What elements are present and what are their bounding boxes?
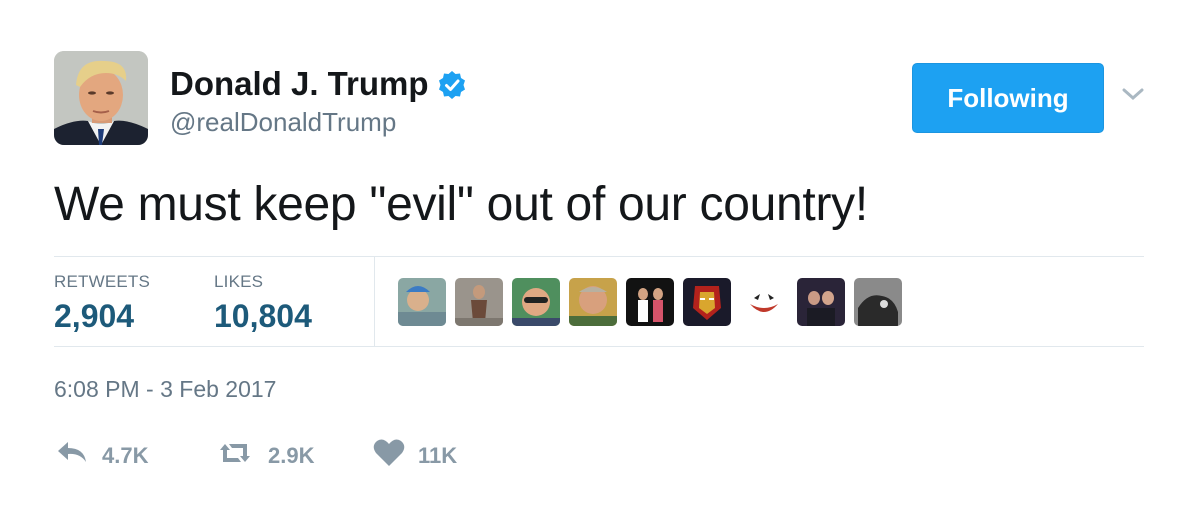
avatar-portrait	[54, 51, 148, 145]
like-button[interactable]: 11K	[372, 438, 457, 473]
reply-icon	[54, 438, 90, 473]
likes-stat[interactable]: LIKES 10,804	[214, 272, 312, 336]
author-handle[interactable]: @realDonaldTrump	[170, 106, 396, 138]
liker-avatar[interactable]	[398, 278, 446, 326]
divider-bottom	[54, 346, 1144, 347]
chevron-down-icon[interactable]	[1121, 86, 1145, 102]
joker-smile-avatar[interactable]	[740, 278, 788, 326]
likes-label: LIKES	[214, 272, 264, 291]
following-button[interactable]: Following	[912, 63, 1104, 133]
tweet-timestamp[interactable]: 6:08 PM - 3 Feb 2017	[54, 374, 276, 404]
retweets-value: 2,904	[54, 298, 135, 334]
tweet-text: We must keep "evil" out of our country!	[54, 178, 868, 231]
liker-avatar[interactable]	[455, 278, 503, 326]
retweets-stat[interactable]: RETWEETS 2,904	[54, 272, 150, 336]
likes-value: 10,804	[214, 298, 312, 334]
heart-icon	[372, 438, 406, 473]
retweets-label: RETWEETS	[54, 272, 151, 291]
iron-man-avatar[interactable]	[683, 278, 731, 326]
reply-button[interactable]: 4.7K	[54, 438, 148, 473]
divider-top	[54, 256, 1144, 257]
reply-count: 4.7K	[102, 442, 149, 468]
author-name-text[interactable]: Donald J. Trump	[170, 64, 429, 104]
retweet-button[interactable]: 2.9K	[214, 438, 314, 473]
liker-avatar[interactable]	[797, 278, 845, 326]
verified-badge-icon	[437, 69, 467, 99]
retweet-icon	[214, 438, 256, 473]
like-count: 11K	[418, 442, 458, 468]
liker-avatar[interactable]	[512, 278, 560, 326]
author-name[interactable]: Donald J. Trump	[170, 64, 467, 104]
stats-divider	[374, 257, 375, 346]
author-avatar[interactable]	[54, 51, 148, 145]
retweet-count: 2.9K	[268, 442, 315, 468]
liker-avatar[interactable]	[569, 278, 617, 326]
liker-avatar[interactable]	[626, 278, 674, 326]
liker-avatar[interactable]	[854, 278, 902, 326]
